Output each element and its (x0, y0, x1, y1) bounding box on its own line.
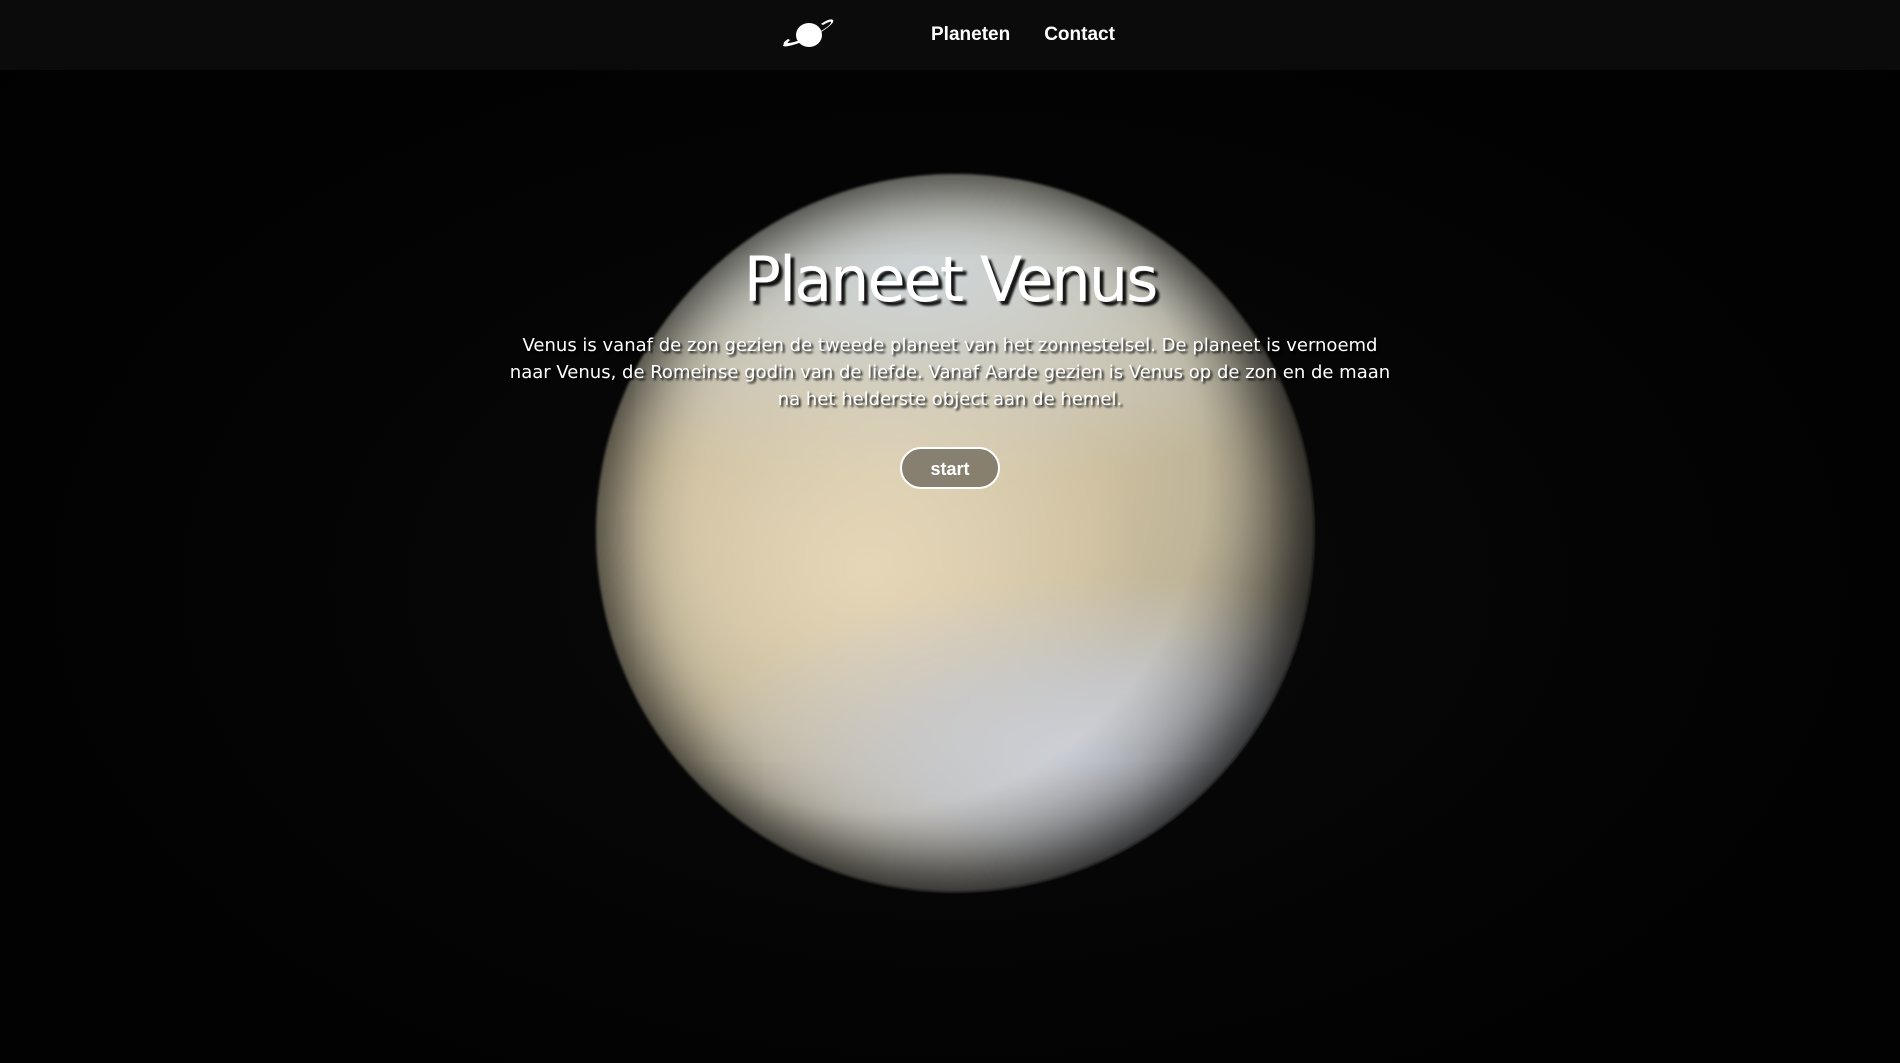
nav-link-planeten[interactable]: Planeten (931, 24, 1010, 46)
page: Planeten Contact Planeet Venus Venus is … (0, 0, 1900, 1063)
nav-link-contact[interactable]: Contact (1044, 24, 1115, 46)
page-title: Planeet Venus (743, 243, 1159, 316)
hero-description: Venus is vanaf de zon gezien de tweede p… (509, 335, 1391, 410)
nav-links: Planeten Contact (931, 0, 1115, 70)
start-button[interactable]: start (900, 447, 1000, 489)
hero-section: Planeet Venus Venus is vanaf de zon gezi… (0, 240, 1900, 489)
saturn-planet-icon[interactable] (780, 17, 838, 53)
navbar: Planeten Contact (0, 0, 1900, 70)
